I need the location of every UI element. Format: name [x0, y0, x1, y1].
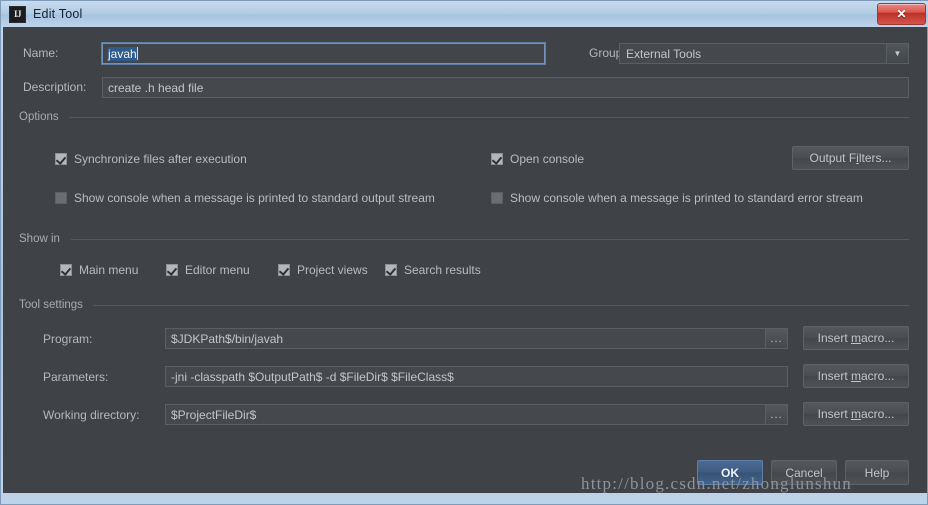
description-row: Description:: [23, 80, 86, 94]
working-directory-browse-button[interactable]: ...: [766, 404, 788, 425]
name-row: Name:: [23, 46, 58, 60]
options-group-title: Options: [19, 111, 65, 123]
name-input[interactable]: javah: [102, 43, 545, 64]
group-select-value: External Tools: [626, 46, 702, 61]
checkbox-icon: [60, 264, 72, 276]
insert-macro-label: Insert macro...: [817, 369, 895, 383]
program-label-wrap: Program:: [43, 332, 92, 346]
tool-settings-group-title: Tool settings: [19, 299, 89, 311]
intellij-idea-icon: IJ: [9, 5, 26, 23]
checkbox-label: Search results: [404, 263, 481, 277]
checkbox-icon: [491, 192, 503, 204]
program-browse-button[interactable]: ...: [766, 328, 788, 349]
description-input[interactable]: create .h head file: [102, 77, 909, 98]
program-input-value: $JDKPath$/bin/javah: [171, 331, 284, 346]
checkbox-label: Synchronize files after execution: [74, 152, 247, 166]
parameters-label-wrap: Parameters:: [43, 370, 108, 384]
program-insert-macro-button[interactable]: Insert macro...: [803, 326, 909, 350]
name-label: Name:: [23, 46, 59, 60]
checkbox-synchronize-files[interactable]: Synchronize files after execution: [55, 152, 247, 166]
output-filters-label: Output Filters...: [809, 151, 892, 165]
checkbox-label: Editor menu: [185, 263, 250, 277]
text-caret: [136, 47, 138, 60]
insert-macro-label: Insert macro...: [817, 407, 895, 421]
help-button[interactable]: Help: [845, 460, 909, 485]
name-input-value: javah: [108, 46, 137, 61]
program-label: Program:: [43, 332, 93, 346]
show-in-group-divider: [71, 239, 909, 240]
description-label: Description:: [23, 80, 87, 94]
checkbox-label: Main menu: [79, 263, 139, 277]
checkbox-show-console-stderr[interactable]: Show console when a message is printed t…: [491, 191, 863, 205]
close-icon[interactable]: ✕: [877, 3, 926, 25]
checkbox-project-views[interactable]: Project views: [278, 263, 368, 277]
working-directory-input-value: $ProjectFileDir$: [171, 407, 257, 422]
title-bar[interactable]: IJ Edit Tool ✕: [1, 1, 928, 27]
working-directory-label: Working directory:: [43, 408, 140, 422]
description-input-value: create .h head file: [108, 80, 204, 95]
cancel-button[interactable]: Cancel: [771, 460, 837, 485]
checkbox-label: Open console: [510, 152, 585, 166]
checkbox-label: Show console when a message is printed t…: [74, 191, 435, 205]
output-filters-button[interactable]: Output Filters...: [792, 146, 909, 170]
tool-settings-group-divider: [93, 305, 909, 306]
window-title: Edit Tool: [33, 7, 83, 21]
checkbox-icon: [491, 153, 503, 165]
parameters-input-value: -jni -classpath $OutputPath$ -d $FileDir…: [171, 369, 454, 384]
checkbox-label: Show console when a message is printed t…: [510, 191, 863, 205]
checkbox-icon: [385, 264, 397, 276]
show-in-group-title: Show in: [19, 233, 66, 245]
insert-macro-label: Insert macro...: [817, 331, 895, 345]
edit-tool-dialog: IJ Edit Tool ✕ Name: javah Group: Extern…: [0, 0, 928, 505]
chevron-down-icon[interactable]: ▼: [886, 44, 908, 63]
checkbox-icon: [166, 264, 178, 276]
working-directory-insert-macro-button[interactable]: Insert macro...: [803, 402, 909, 426]
checkbox-icon: [55, 153, 67, 165]
dialog-body: Name: javah Group: External Tools ▼ Desc…: [3, 27, 927, 493]
options-group-divider: [69, 117, 909, 118]
group-select[interactable]: External Tools ▼: [619, 43, 909, 64]
ok-button[interactable]: OK: [697, 460, 763, 485]
checkbox-editor-menu[interactable]: Editor menu: [166, 263, 250, 277]
program-input[interactable]: $JDKPath$/bin/javah: [165, 328, 766, 349]
checkbox-icon: [55, 192, 67, 204]
checkbox-main-menu[interactable]: Main menu: [60, 263, 138, 277]
checkbox-search-results[interactable]: Search results: [385, 263, 481, 277]
parameters-label: Parameters:: [43, 370, 109, 384]
parameters-insert-macro-button[interactable]: Insert macro...: [803, 364, 909, 388]
checkbox-label: Project views: [297, 263, 368, 277]
checkbox-icon: [278, 264, 290, 276]
working-directory-input[interactable]: $ProjectFileDir$: [165, 404, 766, 425]
parameters-input[interactable]: -jni -classpath $OutputPath$ -d $FileDir…: [165, 366, 788, 387]
checkbox-show-console-stdout[interactable]: Show console when a message is printed t…: [55, 191, 435, 205]
working-directory-label-wrap: Working directory:: [43, 408, 139, 422]
checkbox-open-console[interactable]: Open console: [491, 152, 584, 166]
